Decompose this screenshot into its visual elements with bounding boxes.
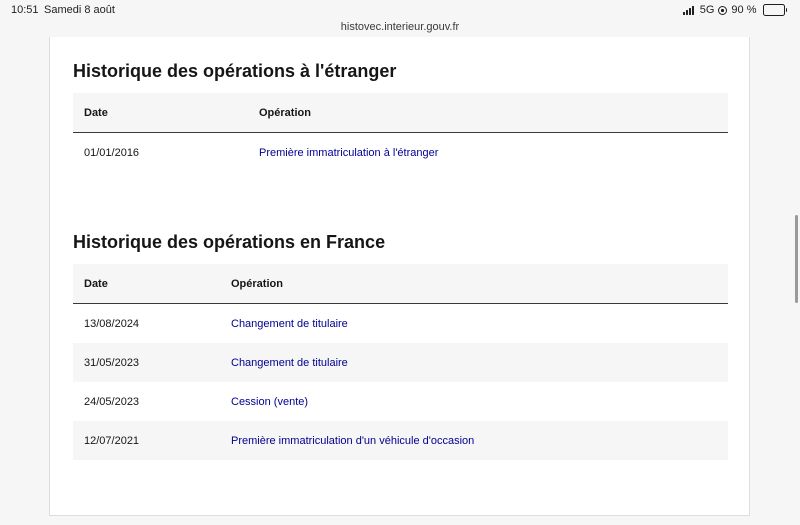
url-text[interactable]: histovec.interieur.gouv.fr: [341, 21, 459, 33]
row-date: 12/07/2021: [84, 435, 140, 447]
status-bar: 10:51 Samedi 8 août 5G 90 %: [0, 0, 800, 20]
row-date: 13/08/2024: [84, 318, 140, 330]
foreign-history-table: Date Opération 01/01/2016 Première immat…: [73, 93, 728, 172]
row-operation-link[interactable]: Changement de titulaire: [231, 304, 348, 344]
foreign-history-title: Historique des opérations à l'étranger: [73, 61, 397, 81]
history-card: Historique des opérations à l'étranger D…: [49, 37, 750, 516]
row-operation-link[interactable]: Cession (vente): [231, 382, 308, 422]
table-row: 13/08/2024 Changement de titulaire: [73, 304, 728, 343]
row-operation-link[interactable]: Première immatriculation à l'étranger: [259, 133, 438, 173]
rotation-lock-icon: [718, 5, 728, 15]
status-date: Samedi 8 août: [44, 4, 115, 16]
status-indicators: 5G 90 %: [682, 4, 787, 16]
table-header: Date Opération: [73, 264, 728, 304]
row-date: 01/01/2016: [84, 147, 140, 159]
network-type: 5G: [699, 4, 715, 16]
status-time: 10:51: [11, 4, 39, 16]
operation-column-header: Opération: [259, 107, 311, 119]
row-date: 24/05/2023: [84, 396, 140, 408]
france-history-title: Historique des opérations en France: [73, 232, 386, 252]
france-history-table: Date Opération 13/08/2024 Changement de …: [73, 264, 728, 460]
operation-column-header: Opération: [231, 278, 283, 290]
row-operation-link[interactable]: Première immatriculation d'un véhicule d…: [231, 421, 474, 461]
table-row: 12/07/2021 Première immatriculation d'un…: [73, 421, 728, 460]
signal-icon: [682, 5, 694, 15]
date-column-header: Date: [84, 107, 108, 119]
table-row: 24/05/2023 Cession (vente): [73, 382, 728, 421]
date-column-header: Date: [84, 278, 108, 290]
battery-icon: [762, 4, 787, 16]
address-bar[interactable]: histovec.interieur.gouv.fr: [0, 20, 800, 37]
row-date: 31/05/2023: [84, 357, 140, 369]
page-scrollbar[interactable]: [795, 215, 798, 303]
table-header: Date Opération: [73, 93, 728, 133]
table-row: 31/05/2023 Changement de titulaire: [73, 343, 728, 382]
battery-percent: 90 %: [731, 4, 757, 16]
row-operation-link[interactable]: Changement de titulaire: [231, 343, 348, 383]
table-row: 01/01/2016 Première immatriculation à l'…: [73, 133, 728, 172]
